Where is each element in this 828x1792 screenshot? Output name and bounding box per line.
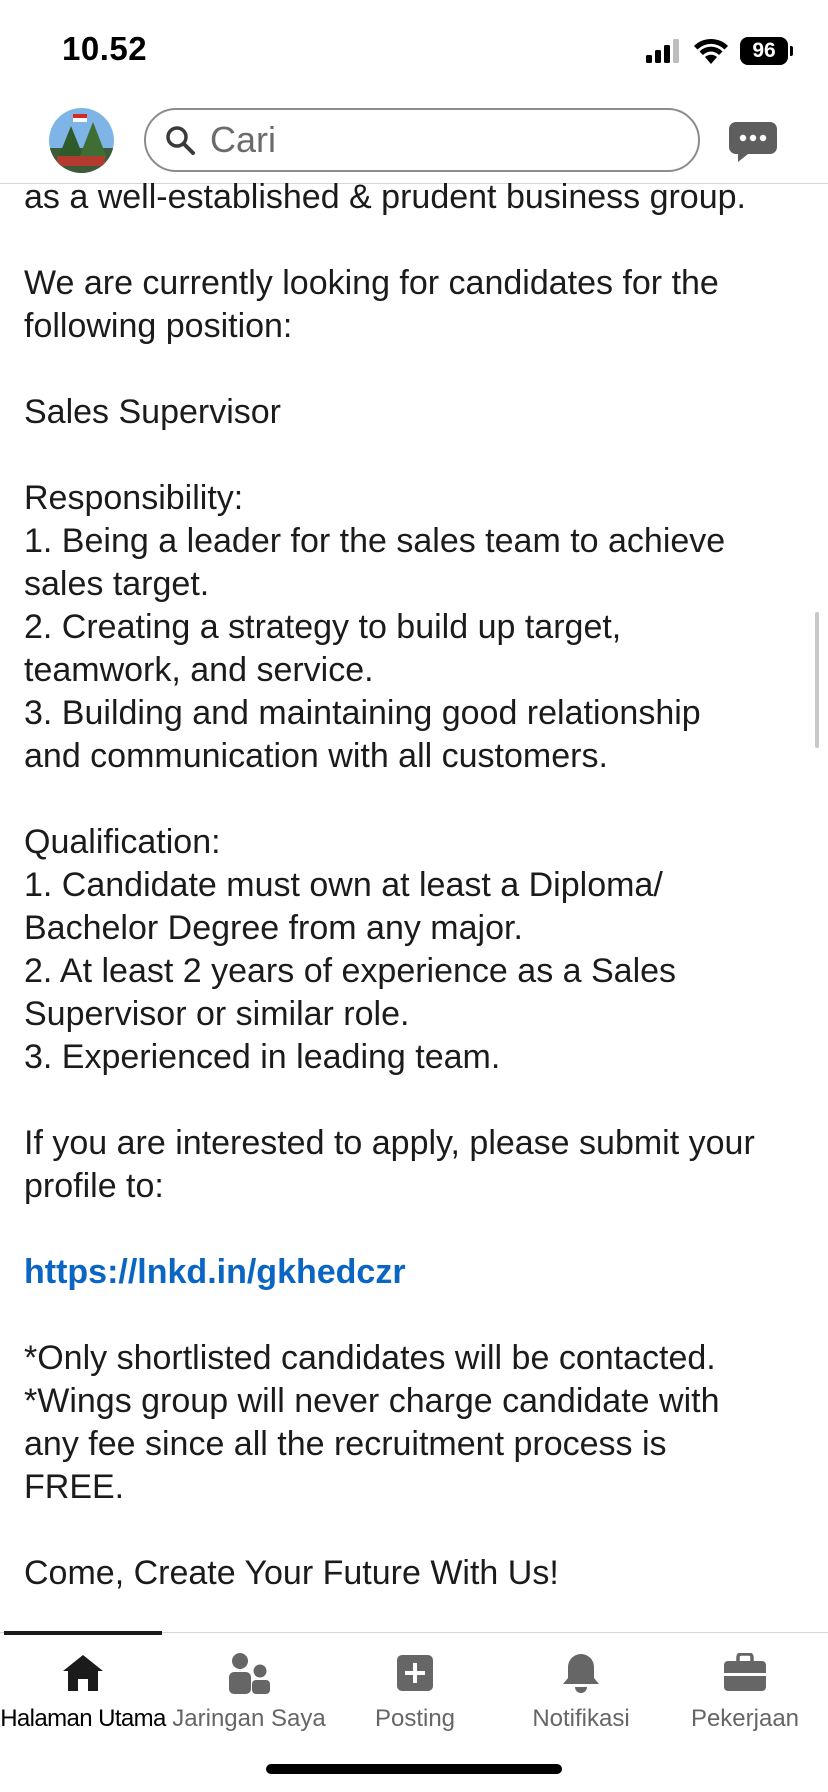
post-icon	[391, 1649, 439, 1697]
post-text-line: Come, Create Your Future With Us!	[24, 1554, 559, 1592]
post-text-line: 1. Candidate must own at least a Diploma…	[24, 866, 663, 904]
post-text-line: 3. Experienced in leading team.	[24, 1038, 501, 1076]
post-text-line: 2. Creating a strategy to build up targe…	[24, 608, 622, 646]
post-text-line: as a well-established & prudent business…	[24, 178, 746, 216]
post-footer: *Only shortlisted candidates will be con…	[24, 1294, 804, 1595]
search-placeholder: Cari	[210, 119, 277, 160]
message-icon	[729, 122, 777, 162]
status-time: 10.52	[62, 30, 148, 67]
nav-item-home[interactable]: Halaman Utama	[0, 1643, 166, 1743]
apply-link[interactable]: https://lnkd.in/gkhedczr	[24, 1253, 406, 1291]
top-bar: Cari	[0, 100, 828, 184]
nav-label: Notifikasi	[532, 1705, 630, 1732]
post-content: as a well-established & prudent business…	[24, 176, 804, 1595]
post-text-line: Supervisor or similar role.	[24, 995, 410, 1033]
nav-label: Pekerjaan	[690, 1705, 800, 1732]
post-text-line: profile to:	[24, 1167, 164, 1205]
messaging-button[interactable]	[728, 120, 778, 164]
nav-label: Halaman Utama	[0, 1705, 166, 1732]
network-icon	[225, 1649, 273, 1697]
post-text-line: and communication with all customers.	[24, 737, 608, 775]
post-text-line: If you are interested to apply, please s…	[24, 1124, 755, 1162]
post-text-line: teamwork, and service.	[24, 651, 374, 689]
post-text-line: Qualification:	[24, 823, 221, 861]
post-text-line: *Wings group will never charge candidate…	[24, 1382, 720, 1420]
wifi-icon	[694, 38, 728, 64]
post-text-line: sales target.	[24, 565, 210, 603]
home-indicator[interactable]	[266, 1764, 562, 1774]
post-text-line: any fee since all the recruitment proces…	[24, 1425, 667, 1463]
post-text-line: Bachelor Degree from any major.	[24, 909, 523, 947]
battery-level: 96	[752, 39, 776, 62]
briefcase-icon	[721, 1649, 769, 1697]
nav-item-post[interactable]: Posting	[332, 1643, 498, 1743]
profile-avatar[interactable]	[49, 108, 114, 173]
status-icons: 96	[646, 34, 793, 68]
post-text-line: 3. Building and maintaining good relatio…	[24, 694, 701, 732]
nav-active-indicator	[4, 1631, 162, 1635]
post-text-line: following position:	[24, 307, 293, 345]
status-bar: 10.52 96	[0, 0, 828, 100]
nav-item-notifications[interactable]: Notifikasi	[498, 1643, 664, 1743]
bell-icon	[557, 1649, 605, 1697]
post-text-line: 1. Being a leader for the sales team to …	[24, 522, 726, 560]
post-text-line: FREE.	[24, 1468, 125, 1506]
nav-item-network[interactable]: Jaringan Saya	[166, 1643, 332, 1743]
post-text-line: 2. At least 2 years of experience as a S…	[24, 952, 677, 990]
nav-item-jobs[interactable]: Pekerjaan	[662, 1643, 828, 1743]
search-icon	[166, 126, 195, 155]
scroll-indicator[interactable]	[815, 612, 819, 748]
battery-icon: 96	[740, 37, 793, 65]
post-body: as a well-established & prudent business…	[24, 176, 804, 1251]
cellular-signal-icon	[646, 39, 679, 63]
post-text-line: Sales Supervisor	[24, 393, 282, 431]
home-icon	[59, 1649, 107, 1697]
nav-label: Posting	[374, 1705, 456, 1732]
post-text-line: Responsibility:	[24, 479, 244, 517]
post-text-line: *Only shortlisted candidates will be con…	[24, 1339, 716, 1377]
post-text-line: We are currently looking for candidates …	[24, 264, 719, 302]
nav-label: Jaringan Saya	[172, 1705, 326, 1732]
search-input[interactable]: Cari	[144, 108, 700, 172]
